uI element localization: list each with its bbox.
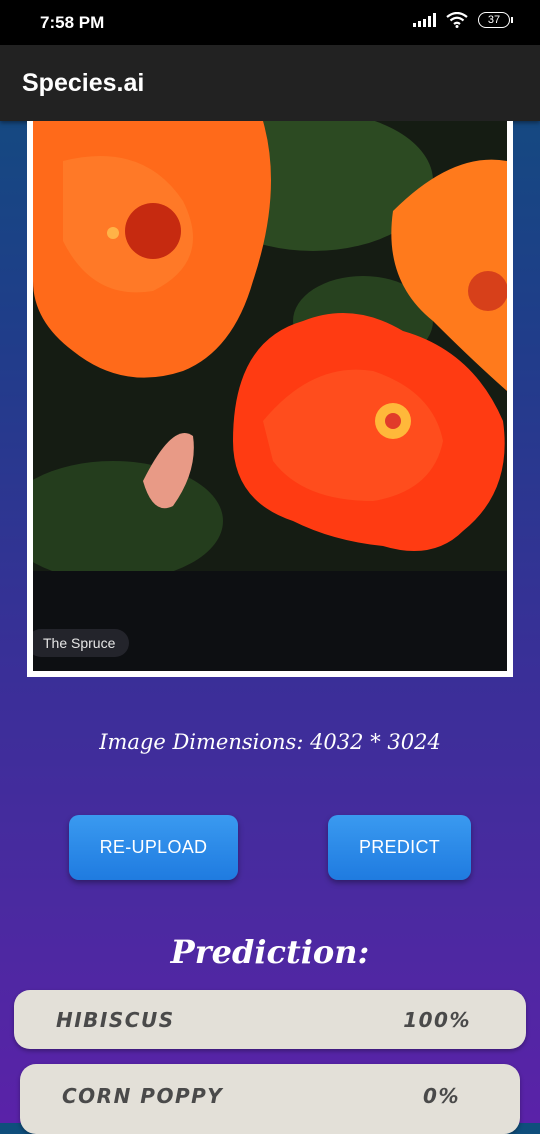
prediction-species-name: HIBISCUS	[56, 1008, 175, 1032]
status-icons: 37	[413, 12, 513, 28]
status-time: 7:58 PM	[40, 13, 105, 32]
reupload-button[interactable]: RE-UPLOAD	[69, 815, 238, 880]
uploaded-image-frame: The Spruce	[27, 121, 513, 677]
uploaded-image: The Spruce	[33, 121, 507, 671]
prediction-title: Prediction:	[170, 933, 370, 971]
prediction-result-card: CORN POPPY 0%	[20, 1064, 520, 1134]
status-bar: 7:58 PM 37	[0, 0, 540, 45]
predict-button[interactable]: PREDICT	[328, 815, 471, 880]
signal-icon	[413, 13, 436, 27]
app-title: Species.ai	[22, 69, 145, 97]
battery-icon: 37	[478, 12, 513, 28]
wifi-icon	[446, 12, 468, 28]
prediction-species-name: CORN POPPY	[62, 1084, 224, 1108]
prediction-confidence: 0%	[423, 1084, 460, 1108]
image-watermark: The Spruce	[33, 629, 130, 657]
hibiscus-photo	[33, 121, 507, 671]
prediction-confidence: 100%	[403, 1008, 471, 1032]
prediction-result-card: HIBISCUS 100%	[14, 990, 526, 1049]
image-dimensions-label: Image Dimensions: 4032 * 3024	[99, 730, 441, 754]
app-bar: Species.ai	[0, 45, 540, 121]
